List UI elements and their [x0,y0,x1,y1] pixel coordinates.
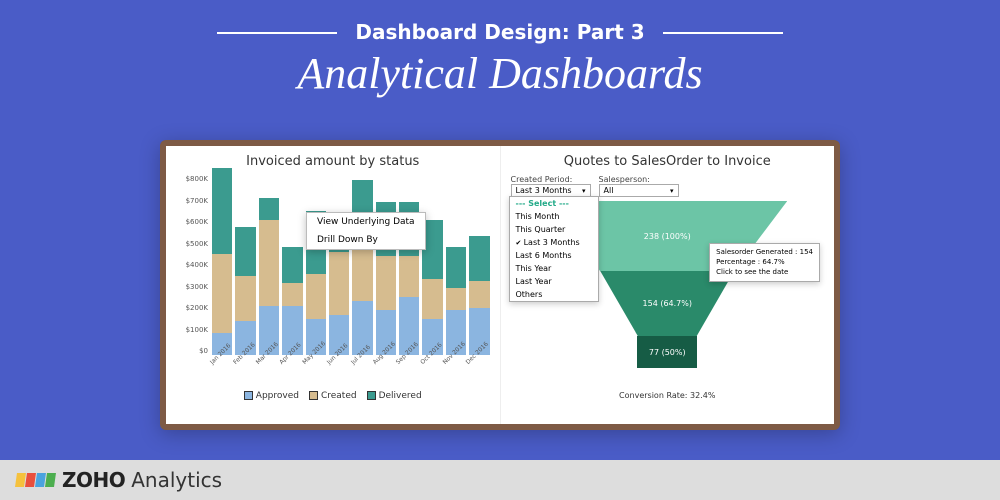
brand-logo: ZOHO Analytics [16,468,222,492]
bar-col[interactable]: Apr 2016 [282,247,302,355]
conversion-rate: Conversion Rate: 32.4% [511,391,825,400]
legend-delivered: Delivered [367,391,422,401]
ctx-view-data[interactable]: View Underlying Data [307,213,425,231]
bar-col[interactable]: Dec 2016 [469,236,489,355]
panel-invoiced-title: Invoiced amount by status [176,154,490,169]
zoho-icon [16,473,56,487]
bar-col[interactable]: Jul 2016 [352,180,372,356]
page-subtitle: Dashboard Design: Part 3 [337,20,662,44]
bar-col[interactable]: Feb 2016 [235,227,255,355]
dropdown-option[interactable]: Last 6 Months [510,249,598,262]
filter-sales-select[interactable]: All▾ [599,184,679,197]
funnel-stage-3[interactable]: 77 (50%) [637,336,697,368]
panel-invoiced: Invoiced amount by status $800K$700K$600… [166,146,500,424]
ctx-drill-down[interactable]: Drill Down By [307,231,425,249]
bar-col[interactable]: Mar 2016 [259,198,279,356]
legend-created: Created [309,391,357,401]
bar-chart[interactable]: $800K$700K$600K$500K$400K$300K$200K$100K… [212,175,490,355]
dropdown-option[interactable]: This Year [510,262,598,275]
chevron-down-icon: ▾ [670,187,674,195]
footer: ZOHO Analytics [0,460,1000,500]
y-axis: $800K$700K$600K$500K$400K$300K$200K$100K… [176,175,208,355]
bar-col[interactable]: Jan 2016 [212,168,232,355]
dropdown-option[interactable]: Others [510,288,598,301]
legend-approved: Approved [244,391,299,401]
funnel-tooltip: Salesorder Generated : 154 Percentage : … [709,243,820,282]
panel-funnel-title: Quotes to SalesOrder to Invoice [511,154,825,169]
filter-period-label: Created Period: [511,175,591,184]
chevron-down-icon: ▾ [582,187,586,195]
filter-sales-label: Salesperson: [599,175,679,184]
period-dropdown[interactable]: --- Select ---This MonthThis QuarterLast… [509,196,599,302]
dropdown-option[interactable]: This Quarter [510,223,598,236]
panel-funnel: Quotes to SalesOrder to Invoice Created … [500,146,835,424]
bar-legend: Approved Created Delivered [176,391,490,401]
context-menu[interactable]: View Underlying Data Drill Down By [306,212,426,250]
bar-col[interactable]: Nov 2016 [446,247,466,355]
dropdown-option[interactable]: Last 3 Months [510,236,598,249]
dropdown-option[interactable]: Last Year [510,275,598,288]
dashboard-card: Invoiced amount by status $800K$700K$600… [160,140,840,430]
dropdown-option[interactable]: This Month [510,210,598,223]
page-title: Analytical Dashboards [0,48,1000,99]
